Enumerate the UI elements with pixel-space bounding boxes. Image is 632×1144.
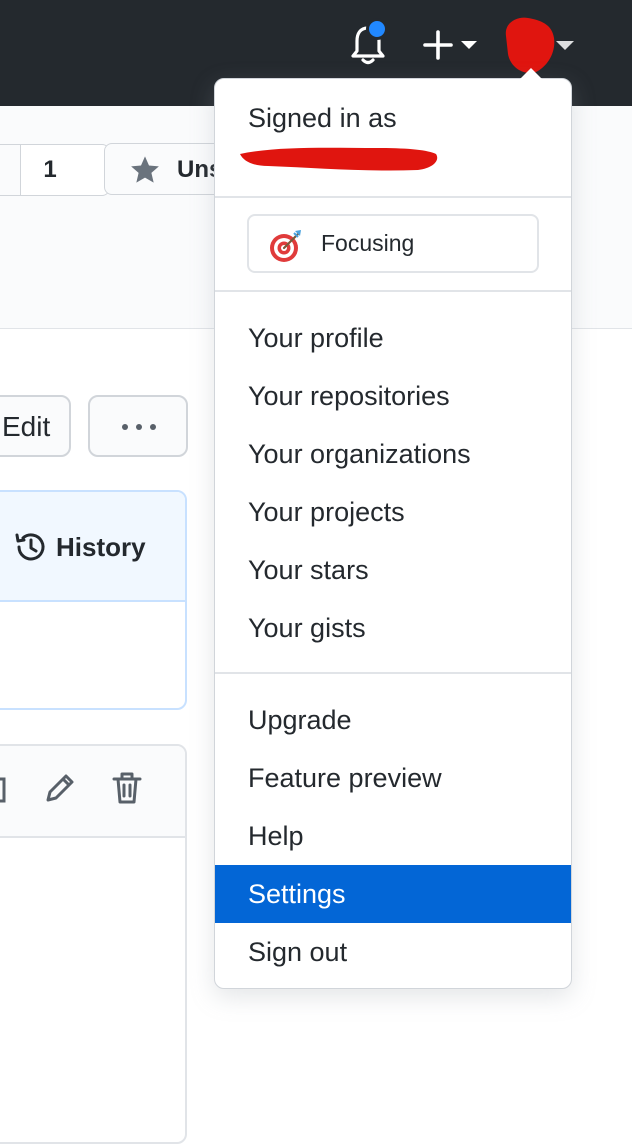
menu-item-label: Your repositories [248, 381, 450, 411]
edit-file-label: Edit file [2, 411, 51, 442]
menu-item-label: Your organizations [248, 439, 471, 469]
star-icon [131, 156, 159, 183]
kebab-horizontal-icon [122, 424, 156, 430]
notification-indicator [366, 18, 388, 40]
menu-item-sign-out[interactable]: Sign out [215, 923, 571, 981]
create-new-icon[interactable] [423, 28, 479, 62]
menu-item-your-projects[interactable]: Your projects [215, 483, 571, 541]
menu-divider [215, 196, 571, 198]
menu-item-label: Your projects [248, 497, 405, 527]
menu-item-upgrade[interactable]: Upgrade [215, 691, 571, 749]
trash-icon[interactable] [112, 771, 142, 805]
set-status-button[interactable]: Focusing [247, 214, 539, 273]
menu-divider [215, 672, 571, 674]
menu-item-your-gists[interactable]: Your gists [215, 599, 571, 657]
avatar-redacted[interactable] [500, 14, 580, 76]
menu-item-your-stars[interactable]: Your stars [215, 541, 571, 599]
menu-item-your-profile[interactable]: Your profile [215, 309, 571, 367]
menu-item-label: Your profile [248, 323, 384, 353]
menu-item-settings[interactable]: Settings [215, 865, 571, 923]
watch-button-edge[interactable] [0, 144, 22, 196]
status-label: Focusing [321, 230, 415, 256]
more-options-button[interactable] [88, 395, 188, 457]
watch-count-group: 1 [0, 144, 110, 196]
menu-item-label: Your gists [248, 613, 366, 643]
history-label: History [56, 532, 146, 562]
menu-item-label: Your stars [248, 555, 369, 585]
menu-item-label: Feature preview [248, 763, 442, 793]
menu-item-feature-preview[interactable]: Feature preview [215, 749, 571, 807]
menu-item-label: Help [248, 821, 304, 851]
latest-commit-panel [0, 490, 187, 710]
edit-file-button[interactable]: Edit file [0, 395, 71, 457]
username-redaction-scribble [240, 147, 438, 171]
history-icon [15, 533, 45, 561]
direct-hit-target-icon [270, 230, 301, 262]
pencil-icon[interactable] [44, 772, 76, 804]
file-toolbar [0, 746, 185, 838]
menu-item-label: Sign out [248, 937, 348, 967]
file-content-panel [0, 744, 187, 1144]
menu-item-label: Settings [248, 879, 346, 909]
signed-in-label: Signed in as [248, 103, 397, 133]
history-link[interactable]: History [14, 527, 174, 567]
watch-count: 1 [43, 156, 57, 183]
menu-item-help[interactable]: Help [215, 807, 571, 865]
dropdown-caret [520, 68, 542, 79]
menu-item-your-repositories[interactable]: Your repositories [215, 367, 571, 425]
menu-item-label: Upgrade [248, 705, 352, 735]
menu-item-your-organizations[interactable]: Your organizations [215, 425, 571, 483]
copy-icon[interactable] [0, 775, 8, 805]
menu-divider [215, 290, 571, 292]
